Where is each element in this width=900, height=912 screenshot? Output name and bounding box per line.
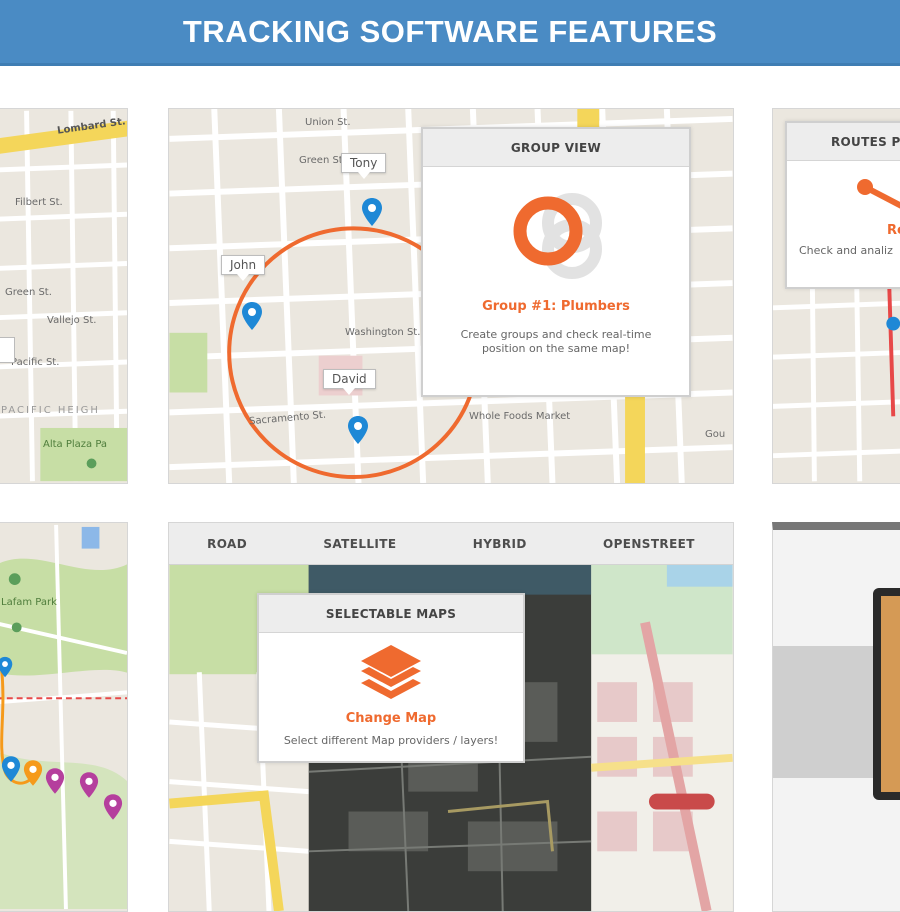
tile-device-preview[interactable]	[772, 522, 900, 912]
tab-road[interactable]: ROAD	[207, 537, 247, 551]
map-pin-icon[interactable]	[103, 793, 123, 821]
tablet-screen	[881, 596, 900, 792]
map-pin-icon[interactable]	[79, 771, 99, 799]
park-label: Alta Plaza Pa	[43, 439, 108, 450]
tile-group-view[interactable]: Union St. Green St. Washington St. Sacra…	[168, 108, 734, 484]
tile-selectable-maps[interactable]: ROAD SATELLITE HYBRID OPENSTREET SELECTA…	[168, 522, 734, 912]
district-label: PACIFIC HEIGH	[1, 405, 100, 416]
tile-map-park-route[interactable]: Lafam Park	[0, 522, 128, 912]
park-label: Lafam Park	[1, 597, 57, 608]
street-label: Green St.	[5, 287, 52, 298]
marker-label-david: David	[323, 369, 376, 395]
tile-map-pacific-heights[interactable]: Lombard St. Filbert St. Green St. Vallej…	[0, 108, 128, 484]
popup-description: Check and analiz	[799, 244, 893, 257]
header-banner: TRACKING SOFTWARE FEATURES	[0, 0, 900, 66]
tile-routes[interactable]: ROUTES P Ro Check and analiz	[772, 108, 900, 484]
map-pin-icon[interactable]	[347, 415, 369, 445]
street-label: Union St.	[305, 117, 351, 128]
change-map-link[interactable]: Change Map	[259, 711, 523, 726]
street-label: Washington St.	[345, 327, 421, 338]
group-rings-icon	[513, 193, 602, 279]
map-pin-icon[interactable]	[1, 755, 21, 783]
routes-subtitle: Ro	[887, 223, 900, 238]
marker-label-john: John	[221, 255, 266, 281]
page-title: TRACKING SOFTWARE FEATURES	[182, 13, 718, 49]
popup-description: position on the same map!	[481, 342, 631, 355]
marker-label-tony: Tony	[341, 153, 387, 179]
selectable-maps-popup: SELECTABLE MAPS Change Map Select differ…	[257, 593, 525, 763]
popup-description: Create groups and check real-time	[460, 328, 652, 341]
tab-openstreet[interactable]: OPENSTREET	[603, 537, 695, 551]
popup-description: Select different Map providers / layers!	[283, 734, 499, 747]
tablet-device	[873, 588, 900, 800]
popup-title: SELECTABLE MAPS	[259, 595, 523, 633]
marker-bubble[interactable]	[0, 337, 15, 363]
route-icon	[857, 179, 900, 209]
street-label: Filbert St.	[15, 197, 63, 208]
tab-satellite[interactable]: SATELLITE	[323, 537, 396, 551]
popup-title: ROUTES P	[787, 123, 900, 161]
store-label: Whole Foods Market	[469, 411, 571, 422]
map-pin-icon[interactable]	[361, 197, 383, 227]
street-label: Green St.	[299, 155, 346, 166]
group-name: Group #1: Plumbers	[482, 299, 630, 314]
group-view-popup: GROUP VIEW Group #1: Plumbers Create gro…	[421, 127, 691, 397]
map-pin-icon[interactable]	[0, 655, 13, 679]
street-label: Pacific St.	[11, 357, 60, 368]
map-pin-icon[interactable]	[45, 767, 65, 795]
popup-title: GROUP VIEW	[423, 129, 689, 167]
layers-icon	[361, 645, 421, 699]
map-pin-icon[interactable]	[23, 759, 43, 787]
map-pin-icon[interactable]	[241, 301, 263, 331]
street-label: Vallejo St.	[47, 315, 97, 326]
tab-hybrid[interactable]: HYBRID	[473, 537, 527, 551]
routes-popup: ROUTES P Ro Check and analiz	[785, 121, 900, 289]
street-label: Gou	[705, 429, 726, 440]
map-type-tabs: ROAD SATELLITE HYBRID OPENSTREET	[169, 523, 733, 565]
street-map	[0, 524, 127, 910]
